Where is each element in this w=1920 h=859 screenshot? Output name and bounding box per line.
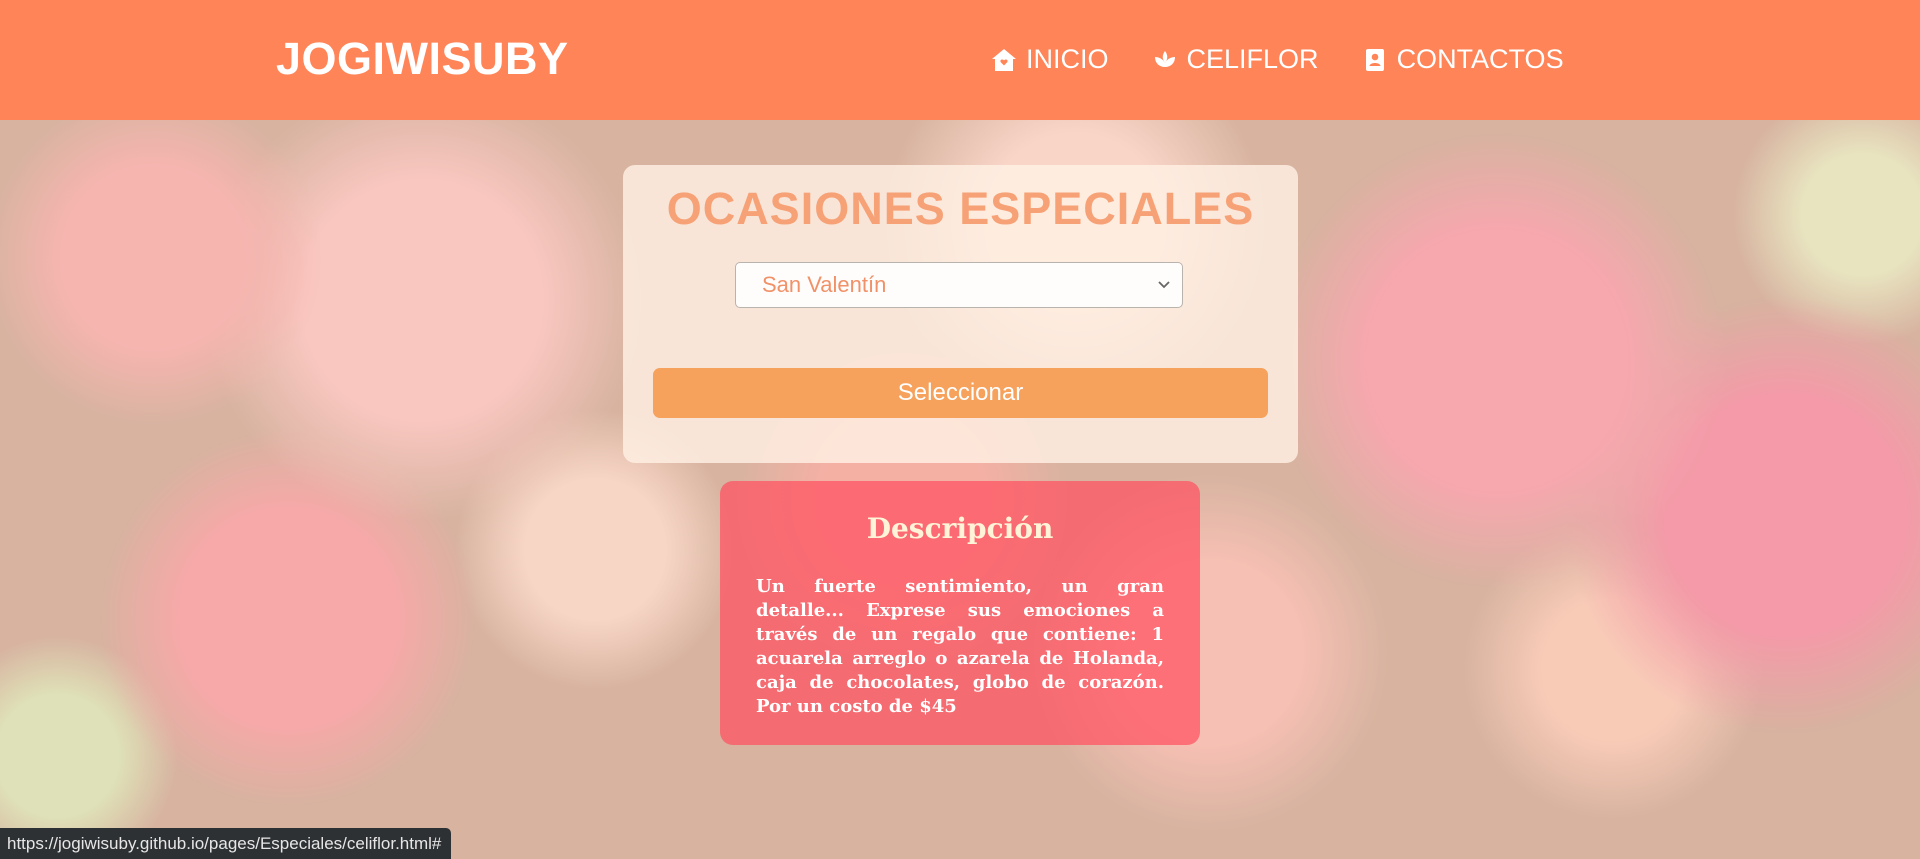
status-bar-url: https://jogiwisuby.github.io/pages/Espec… [0, 828, 452, 859]
chevron-down-icon [1156, 276, 1172, 292]
site-header: JOGIWISUBY INICIO CELIFLOR CONTACTOS [0, 0, 1920, 120]
select-button[interactable]: Seleccionar [653, 368, 1268, 418]
description-panel: Descripción Un fuerte sentimiento, un gr… [720, 481, 1200, 745]
nav-item-celiflor[interactable]: CELIFLOR [1151, 44, 1319, 75]
occasion-card: OCASIONES ESPECIALES San Valentín Selecc… [623, 165, 1298, 463]
nav-label-celiflor: CELIFLOR [1186, 44, 1319, 74]
nav-item-contactos[interactable]: CONTACTOS [1361, 44, 1564, 75]
main-nav: INICIO CELIFLOR CONTACTOS [990, 44, 1564, 75]
home-icon [990, 46, 1018, 74]
contact-book-icon [1361, 46, 1389, 74]
site-brand[interactable]: JOGIWISUBY [276, 33, 569, 85]
nav-label-contactos: CONTACTOS [1396, 44, 1564, 74]
occasion-select[interactable]: San Valentín [735, 262, 1183, 308]
description-title: Descripción [866, 512, 1054, 545]
nav-item-inicio[interactable]: INICIO [990, 44, 1109, 75]
description-text: Un fuerte sentimiento, un gran detalle..… [756, 576, 1164, 717]
nav-label-inicio: INICIO [1026, 44, 1109, 74]
card-title: OCASIONES ESPECIALES [666, 183, 1255, 234]
lotus-icon [1151, 46, 1179, 74]
occasion-select-value: San Valentín [762, 272, 887, 297]
